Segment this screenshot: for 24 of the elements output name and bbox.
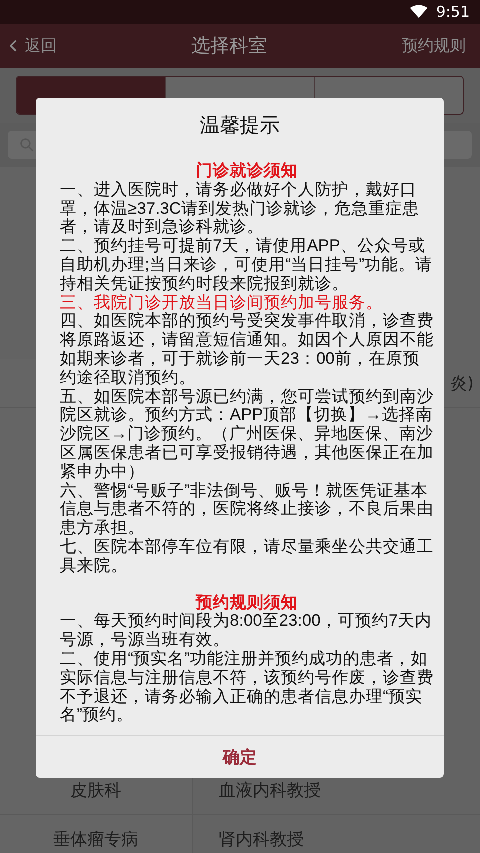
doctor-item[interactable]: 血液内科教授 bbox=[219, 778, 321, 802]
department-item[interactable]: 垂体瘤专病 bbox=[54, 828, 138, 850]
doctor-item[interactable]: 肾内科教授 bbox=[219, 828, 304, 850]
confirm-button[interactable]: 确定 bbox=[36, 735, 444, 778]
notice-paragraph: 五、如医院本部号源已约满，您可尝试预约到南沙院区就诊。预约方式：APP顶部【切换】→选择南沙院区→门诊预约。（广州医保、异地医保、南沙区属医保患者已可享受报销待遇，其他医保正在加紧申办中） bbox=[60, 388, 434, 482]
notice-paragraph: 二、预约挂号可提前7天，请使用APP、公众号或自助机办理;当日来诊，可使用“当日挂号”功能。请持相关凭证按预约时段来院报到就诊。 bbox=[60, 237, 434, 294]
notice-paragraph: 二、使用“预实名”功能注册并预约成功的患者，如实际信息与注册信息不符，该预约号作废，诊查费不予退还，请务必输入正确的患者信息办理“预实名”预约。 bbox=[60, 650, 434, 726]
status-time: 9:51 bbox=[436, 3, 470, 21]
notice-paragraph: 七、医院本部停车位有限，请尽量乘坐公共交通工具来院。 bbox=[60, 538, 434, 576]
doctor-item[interactable]: 炎) bbox=[450, 372, 474, 394]
department-item[interactable]: 皮肤科 bbox=[70, 778, 122, 802]
notice-paragraph: 四、如医院本部的预约号受突发事件取消，诊查费将原路返还，请留意短信通知。如因个人原因不能如期来诊者，可于就诊前一天23：00前，在原预约途径取消预约。 bbox=[60, 312, 434, 388]
notice-paragraph: 三、我院门诊开放当日诊间预约加号服务。 bbox=[60, 294, 384, 312]
page-title: 选择科室 bbox=[192, 34, 268, 59]
notice-paragraph: 一、进入医院时，请务必做好个人防护，戴好口罩，体温≥37.3C请到发热门诊就诊，危急重症患者，请及时到急诊科就诊。 bbox=[60, 180, 420, 238]
notice-paragraph: 一、每天预约时间段为8:00至23:00，可预约7天内号源，号源当班有效。 bbox=[60, 612, 434, 650]
section-heading: 预约规则须知 bbox=[194, 594, 299, 612]
section-heading: 门诊就诊须知 bbox=[195, 162, 299, 181]
dialog-title: 温馨提示 bbox=[200, 112, 280, 138]
wifi-icon bbox=[410, 5, 428, 19]
rules-link[interactable]: 预约规则 bbox=[402, 36, 466, 56]
notice-paragraph: 六、警惕“号贩子”非法倒号、贩号！就医凭证基本信息与患者不符的，医院将终止接诊，不良后果由患方承担。 bbox=[60, 482, 434, 538]
chevron-left-icon bbox=[10, 40, 17, 52]
back-button[interactable]: 返回 bbox=[10, 36, 57, 56]
